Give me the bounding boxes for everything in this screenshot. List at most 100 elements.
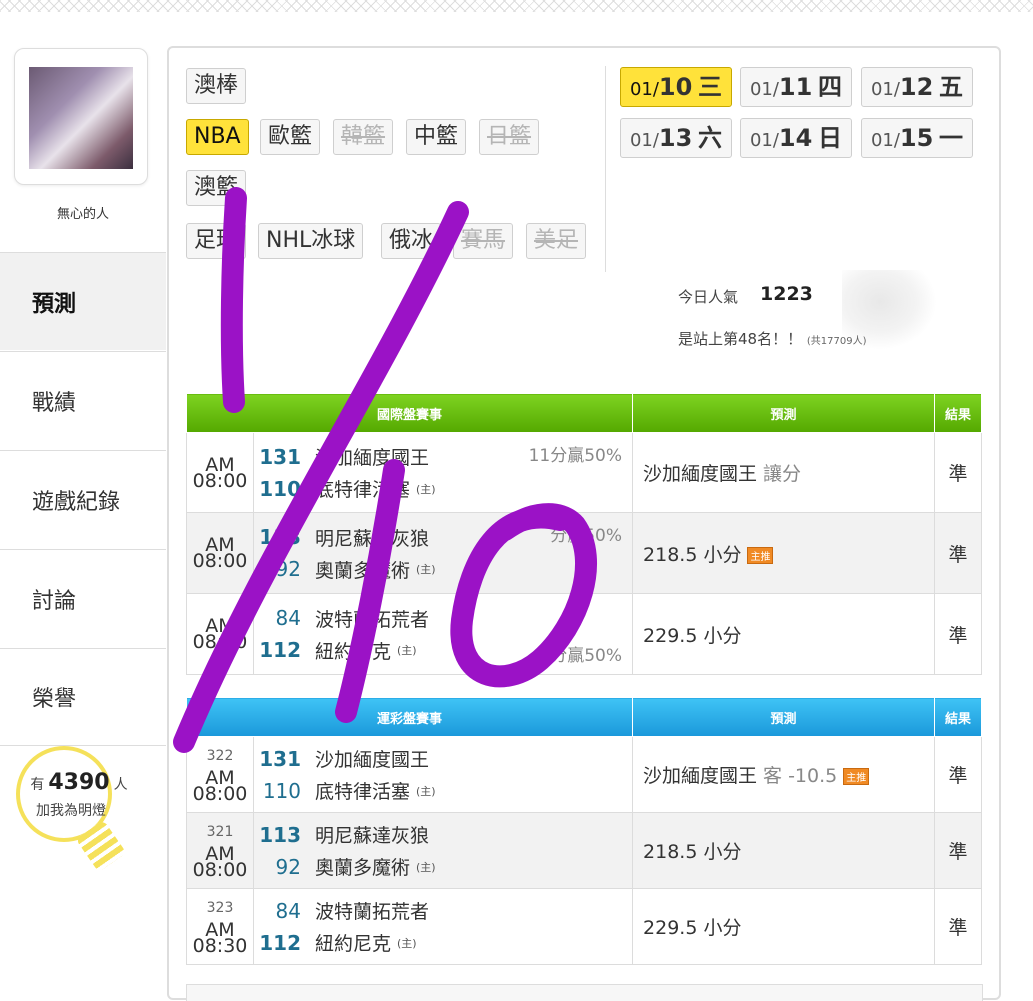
date-md: 01/	[629, 130, 659, 151]
result: 準	[934, 432, 983, 513]
date-md: 01/	[629, 79, 659, 100]
category-nhl[interactable]: NHL冰球	[258, 223, 364, 259]
date-0115[interactable]: 01/15 一	[861, 118, 973, 158]
game-time: 322 AM 08:00	[186, 736, 254, 813]
table-row[interactable]: AM 08:00 113 明尼蘇達灰狼 92 奧蘭多魔術 (主) 分贏50% 218.…	[186, 512, 983, 594]
table-row[interactable]: AM 08:00 131 沙加緬度國王 110 底特律活塞 (主) 11分贏50% 沙…	[186, 432, 983, 513]
lottery-games-table: 運彩盤賽事 預測 結果 322 AM 08:00 131 沙加緬度國王 110 底特律…	[185, 697, 983, 965]
game-number: 321	[206, 823, 234, 840]
home-tag: (主)	[416, 482, 436, 496]
home-team[interactable]: 紐約尼克	[315, 929, 391, 956]
prediction: 218.5 小分	[632, 812, 936, 889]
away-team[interactable]: 沙加緬度國王	[315, 443, 429, 470]
away-score: 113	[259, 525, 301, 549]
result: 準	[934, 736, 983, 813]
table-row[interactable]: 322 AM 08:00 131 沙加緬度國王 110 底特律活塞 (主) 沙加緬度國王…	[186, 736, 983, 813]
date-weekday: 三	[698, 73, 723, 101]
top-border	[0, 0, 1033, 12]
game-time-text: AM 08:00	[192, 842, 248, 881]
category-china-basketball[interactable]: 中籃	[406, 119, 467, 155]
date-weekday: 四	[818, 73, 843, 101]
rank-total: (共17709人)	[806, 336, 867, 347]
home-tag: (主)	[397, 936, 417, 950]
table-header: 運彩盤賽事 預測 結果	[185, 697, 983, 737]
date-0111[interactable]: 01/11 四	[740, 67, 852, 107]
nav-item-predict[interactable]: 預測	[0, 252, 166, 350]
intl-header: 國際盤賽事	[185, 393, 634, 433]
date-0110[interactable]: 01/10 三	[620, 67, 732, 107]
away-team[interactable]: 沙加緬度國王	[315, 745, 429, 772]
rank-main: 是站上第48名！！	[678, 330, 803, 348]
date-weekday: 日	[818, 124, 843, 152]
game-number: 322	[206, 747, 234, 764]
nav-item-label: 榮譽	[32, 687, 77, 712]
prediction-pick: 229.5 小分	[643, 624, 742, 647]
away-team[interactable]: 明尼蘇達灰狼	[315, 821, 429, 848]
nav-item-label: 預測	[32, 291, 77, 317]
away-team[interactable]: 波特蘭拓荒者	[315, 605, 429, 632]
category-euro-basketball[interactable]: 歐籃	[260, 119, 321, 155]
game-time: 321 AM 08:00	[186, 812, 254, 889]
date-day: 12	[899, 73, 934, 101]
table-row[interactable]: 321 AM 08:00 113 明尼蘇達灰狼 92 奧蘭多魔術 (主) 218.5 小…	[186, 812, 983, 889]
date-weekday: 六	[698, 124, 723, 152]
category-nba[interactable]: NBA	[186, 119, 249, 155]
game-time: AM 08:00	[186, 432, 254, 513]
date-day: 11	[778, 73, 813, 101]
category-aus-basketball[interactable]: 澳籃	[186, 170, 247, 206]
date-0113[interactable]: 01/13 六	[620, 118, 732, 158]
away-score: 131	[259, 444, 301, 469]
game-time-text: AM 08:00	[192, 766, 248, 805]
home-team[interactable]: 奧蘭多魔術	[315, 853, 410, 880]
matchup: 84 波特蘭拓荒者 112 紐約尼克 (主)	[252, 888, 634, 965]
nav-item-honor[interactable]: 榮譽	[0, 648, 166, 746]
table-row[interactable]: 323 AM 08:30 84 波特蘭拓荒者 112 紐約尼克 (主) 229.5 小分…	[186, 888, 983, 965]
sidebar: 無心的人 預測 戰績 遊戲紀錄 討論 榮譽	[0, 40, 168, 1000]
username[interactable]: 無心的人	[0, 203, 166, 222]
date-md: 01/	[870, 79, 900, 100]
home-tag: (主)	[416, 784, 436, 798]
date-0114[interactable]: 01/14 日	[740, 118, 852, 158]
table-header: 國際盤賽事 預測 結果	[185, 393, 983, 433]
prediction: 沙加緬度國王客 -10.5 主推	[632, 736, 936, 813]
game-number: 323	[206, 899, 234, 916]
date-day: 14	[778, 124, 813, 152]
category-aus-baseball[interactable]: 澳棒	[186, 68, 247, 104]
avatar-card[interactable]	[14, 48, 148, 185]
prediction-pick: 229.5 小分	[643, 917, 742, 939]
follow-link[interactable]: 加我為明燈	[6, 800, 136, 820]
date-0112[interactable]: 01/12 五	[861, 67, 973, 107]
home-score: 112	[259, 930, 301, 955]
prediction-pick: 沙加緬度國王	[643, 463, 758, 485]
nav-item-label: 討論	[32, 588, 77, 614]
home-score: 112	[259, 638, 301, 662]
category-russia-hockey[interactable]: 俄冰	[381, 223, 442, 259]
nav-item-label: 戰績	[32, 390, 77, 416]
away-score: 84	[275, 606, 301, 630]
away-team[interactable]: 波特蘭拓荒者	[315, 897, 429, 924]
away-team[interactable]: 明尼蘇達灰狼	[315, 524, 429, 551]
result: 準	[934, 512, 983, 594]
home-team[interactable]: 奧蘭多魔術	[315, 556, 410, 583]
game-time: 323 AM 08:30	[186, 888, 254, 965]
nav-item-record[interactable]: 戰績	[0, 351, 166, 449]
date-md: 01/	[749, 130, 779, 151]
nav-item-game-log[interactable]: 遊戲紀錄	[0, 450, 166, 548]
table-row[interactable]: AM 08:30 84 波特蘭拓荒者 112 紐約尼克 (主) 分贏50% 229.5…	[186, 593, 983, 675]
category-soccer[interactable]: 足球	[186, 223, 247, 259]
nav-item-discuss[interactable]: 討論	[0, 549, 166, 647]
result: 準	[934, 812, 983, 889]
matchup: 84 波特蘭拓荒者 112 紐約尼克 (主) 分贏50%	[252, 593, 634, 675]
fan-number: 4390	[48, 770, 110, 795]
prediction-pick: 218.5 小分	[643, 543, 742, 566]
prediction-note: 讓分	[763, 463, 802, 485]
away-score: 131	[259, 746, 301, 771]
date-day: 10	[658, 73, 693, 101]
lottery-header: 運彩盤賽事	[185, 697, 634, 737]
home-tag: (主)	[416, 563, 436, 576]
home-score: 110	[262, 778, 301, 803]
home-team[interactable]: 紐約尼克	[315, 637, 391, 664]
home-team[interactable]: 底特律活塞	[315, 475, 410, 502]
home-team[interactable]: 底特律活塞	[315, 777, 410, 804]
featured-badge: 主推	[747, 546, 774, 564]
